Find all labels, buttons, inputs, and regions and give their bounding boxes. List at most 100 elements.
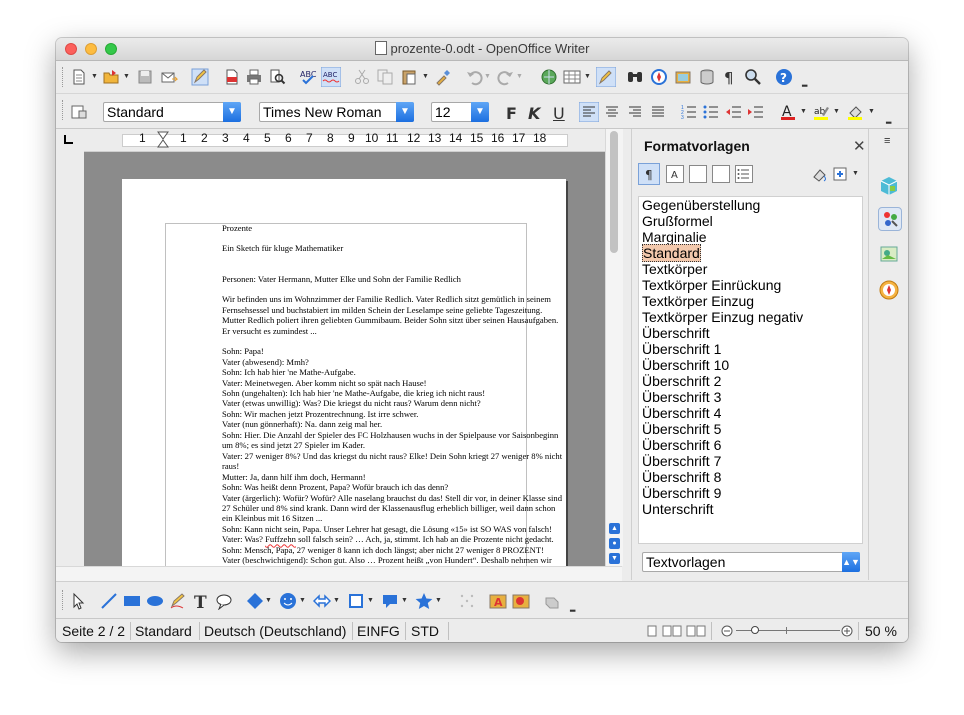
zoom-out-icon[interactable] xyxy=(721,625,733,637)
fontwork-icon[interactable]: A xyxy=(489,592,507,610)
highlight-dropdown-icon[interactable]: ▼ xyxy=(833,108,840,115)
export-pdf-icon[interactable] xyxy=(223,68,241,86)
stars-icon[interactable] xyxy=(415,592,433,610)
new-dropdown-icon[interactable]: ▼ xyxy=(91,73,98,80)
increase-indent-icon[interactable] xyxy=(746,103,764,121)
styles-deck-icon[interactable] xyxy=(878,207,902,231)
paragraph-style-combo[interactable]: Standard ▼ xyxy=(103,102,241,122)
background-color-icon[interactable] xyxy=(846,103,864,121)
numbering-icon[interactable]: 123 xyxy=(680,103,698,121)
toolbar-grip[interactable] xyxy=(62,100,66,120)
zoom-in-icon[interactable] xyxy=(841,625,853,637)
copy-icon[interactable] xyxy=(376,68,394,86)
highlight-icon[interactable]: ab xyxy=(812,103,830,121)
table-icon[interactable] xyxy=(563,68,581,86)
paste-icon[interactable] xyxy=(400,68,418,86)
paste-dropdown-icon[interactable]: ▼ xyxy=(422,73,429,80)
table-dropdown-icon[interactable]: ▼ xyxy=(584,73,591,80)
character-styles-icon[interactable]: A xyxy=(666,165,684,183)
style-item[interactable]: Grußformel xyxy=(639,213,862,229)
undo-dropdown-icon[interactable]: ▼ xyxy=(484,73,491,80)
fill-format-icon[interactable] xyxy=(810,165,828,183)
chevron-down-icon[interactable]: ▼ xyxy=(223,102,241,122)
previous-page-button[interactable]: ▲ xyxy=(609,523,620,534)
flowchart-icon[interactable] xyxy=(347,592,365,610)
insert-mode-indicator[interactable]: EINFG xyxy=(357,623,400,639)
justify-icon[interactable] xyxy=(649,103,667,121)
style-item[interactable]: Textkörper Einzug xyxy=(639,293,862,309)
style-item[interactable]: Überschrift 8 xyxy=(639,469,862,485)
style-item[interactable]: Überschrift 7 xyxy=(639,453,862,469)
multi-page-view-icon[interactable] xyxy=(662,625,682,637)
gallery-icon[interactable] xyxy=(674,68,692,86)
toolbar-more-icon[interactable]: ▂ xyxy=(802,79,807,87)
symbol-shapes-dropdown-icon[interactable]: ▼ xyxy=(299,597,306,604)
styles-formatting-icon[interactable] xyxy=(70,103,88,121)
style-filter-select[interactable]: Textvorlagen ▲▼ xyxy=(642,552,860,572)
vertical-scrollbar[interactable]: ▲ ● ▼ xyxy=(605,129,623,566)
basic-shapes-dropdown-icon[interactable]: ▼ xyxy=(265,597,272,604)
navigator-icon[interactable] xyxy=(650,68,668,86)
bold-button[interactable]: F xyxy=(506,104,517,123)
style-item[interactable]: Standard xyxy=(639,244,862,262)
style-item[interactable]: Textkörper Einzug negativ xyxy=(639,309,862,325)
chevron-down-icon[interactable]: ▼ xyxy=(471,102,489,122)
page-style-indicator[interactable]: Standard xyxy=(135,623,192,639)
freeform-icon[interactable] xyxy=(169,592,187,610)
style-item[interactable]: Gegenüberstellung xyxy=(639,197,862,213)
align-center-icon[interactable] xyxy=(603,103,621,121)
font-color-dropdown-icon[interactable]: ▼ xyxy=(800,108,807,115)
style-item[interactable]: Marginalie xyxy=(639,229,862,245)
close-icon[interactable]: ✕ xyxy=(853,137,866,155)
chevron-updown-icon[interactable]: ▲▼ xyxy=(842,552,860,572)
selection-mode-indicator[interactable]: STD xyxy=(411,623,439,639)
callouts-icon[interactable] xyxy=(381,592,399,610)
spellcheck-icon[interactable]: ABC xyxy=(299,68,317,86)
style-item[interactable]: Unterschrift xyxy=(639,501,862,517)
navigation-button[interactable]: ● xyxy=(609,538,620,549)
decrease-indent-icon[interactable] xyxy=(724,103,742,121)
style-item[interactable]: Überschrift 4 xyxy=(639,405,862,421)
rectangle-icon[interactable] xyxy=(123,592,141,610)
basic-shapes-icon[interactable] xyxy=(246,592,264,610)
edit-mode-icon[interactable] xyxy=(191,68,209,86)
bullets-icon[interactable] xyxy=(702,103,720,121)
callouts-dropdown-icon[interactable]: ▼ xyxy=(401,597,408,604)
italic-button[interactable]: K xyxy=(528,104,540,123)
language-indicator[interactable]: Deutsch (Deutschland) xyxy=(204,623,346,639)
extrusion-icon[interactable] xyxy=(543,592,561,610)
toolbar-more-icon[interactable]: ▂ xyxy=(570,604,575,612)
symbol-shapes-icon[interactable] xyxy=(279,592,297,610)
open-icon[interactable] xyxy=(102,68,120,86)
page-preview-icon[interactable] xyxy=(268,68,286,86)
formatting-marks-icon[interactable]: ¶ xyxy=(721,68,739,86)
open-dropdown-icon[interactable]: ▼ xyxy=(123,73,130,80)
navigator-deck-icon[interactable] xyxy=(878,279,900,301)
style-item[interactable]: Überschrift xyxy=(639,325,862,341)
toolbar-grip[interactable] xyxy=(62,590,66,610)
horizontal-scrollbar[interactable] xyxy=(56,566,622,581)
font-color-icon[interactable]: A xyxy=(779,103,797,121)
style-item[interactable]: Überschrift 5 xyxy=(639,421,862,437)
scroll-thumb[interactable] xyxy=(610,131,618,253)
new-document-icon[interactable] xyxy=(70,68,88,86)
line-icon[interactable] xyxy=(100,592,118,610)
horizontal-ruler[interactable]: 1 1 2 3 4 5 6 7 8 9 10 11 12 13 14 15 16… xyxy=(84,129,605,152)
style-item[interactable]: Überschrift 1 xyxy=(639,341,862,357)
email-icon[interactable] xyxy=(160,68,178,86)
cut-icon[interactable] xyxy=(353,68,371,86)
paragraph-styles-icon[interactable]: ¶ xyxy=(638,163,660,185)
insert-image-icon[interactable] xyxy=(512,592,530,610)
find-icon[interactable] xyxy=(626,68,644,86)
toolbar-more-icon[interactable]: ▂ xyxy=(886,116,891,124)
autospellcheck-icon[interactable]: ABC xyxy=(321,67,341,87)
book-view-icon[interactable] xyxy=(686,625,706,637)
tab-stop-selector[interactable] xyxy=(64,135,73,144)
hyperlink-icon[interactable] xyxy=(540,68,558,86)
flowchart-dropdown-icon[interactable]: ▼ xyxy=(367,597,374,604)
block-arrows-dropdown-icon[interactable]: ▼ xyxy=(333,597,340,604)
single-page-view-icon[interactable] xyxy=(646,625,658,637)
select-arrow-icon[interactable] xyxy=(70,592,88,610)
style-list[interactable]: Gegenüberstellung Grußformel Marginalie Sta… xyxy=(638,196,863,544)
style-item[interactable]: Überschrift 2 xyxy=(639,373,862,389)
